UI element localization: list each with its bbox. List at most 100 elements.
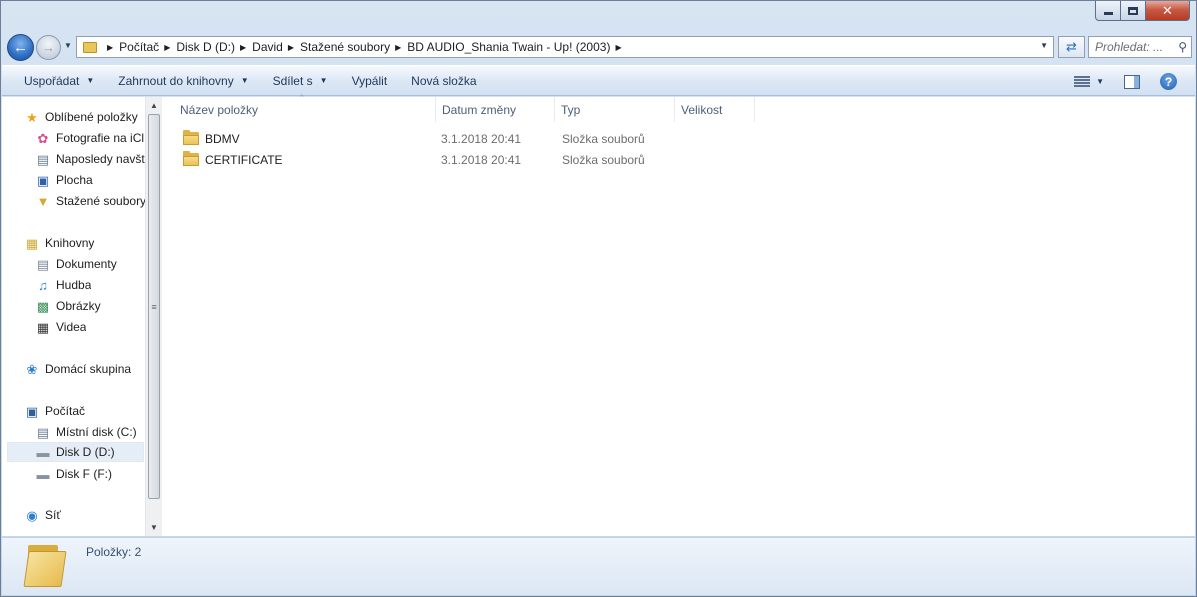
file-type: Složka souborů <box>562 152 645 167</box>
nav-item-label: Dokumenty <box>56 257 117 271</box>
chevron-down-icon: ▼ <box>319 76 328 85</box>
address-bar[interactable]: ▶ Počítač ▶ Disk D (D:) ▶ David ▶ Stažen… <box>76 36 1054 58</box>
nav-item-label: Hudba <box>56 278 92 292</box>
network-icon: ◉ <box>26 507 38 523</box>
close-button[interactable]: ✕ <box>1146 1 1190 21</box>
nav-homegroup-label: Domácí skupina <box>45 362 132 376</box>
burn-button[interactable]: Vypálit <box>340 69 400 93</box>
breadcrumb-computer[interactable]: Počítač <box>119 40 159 54</box>
chevron-right-icon[interactable]: ▶ <box>395 43 401 52</box>
column-header-date[interactable]: Datum změny <box>436 97 555 122</box>
desktop-icon: ▣ <box>36 172 50 188</box>
homegroup-icon: ❀ <box>26 361 38 377</box>
nav-item-recent-places[interactable]: ▤ Naposledy navšt <box>35 149 145 169</box>
file-name-cell: CERTIFICATE <box>183 149 283 170</box>
address-history-dropdown[interactable]: ▼ <box>1040 41 1048 50</box>
nav-item-disk-f[interactable]: ▬ Disk F (F:) <box>35 464 113 484</box>
nav-item-music[interactable]: ♫ Hudba <box>35 275 91 295</box>
minimize-icon <box>1103 12 1113 15</box>
nav-item-label: Disk D (D:) <box>56 445 115 459</box>
pictures-icon: ▩ <box>36 298 50 314</box>
recent-pages-dropdown[interactable]: ▼ <box>64 41 72 50</box>
file-name: CERTIFICATE <box>205 152 283 167</box>
nav-item-label: Naposledy navšt <box>56 152 145 166</box>
organize-label: Uspořádat <box>24 73 80 88</box>
navigation-pane: ★ Oblíbené položky ✿ Fotografie na iCl ▤… <box>2 97 162 536</box>
nav-network[interactable]: ◉ Síť <box>24 505 61 525</box>
nav-item-label: Stažené soubory <box>56 194 145 208</box>
file-list: ⌃ Název položky Datum změny Typ Velikost… <box>162 93 1195 536</box>
drive-icon: ▬ <box>36 444 50 460</box>
view-options-dropdown[interactable]: ▼ <box>1096 77 1104 86</box>
file-name-cell: BDMV <box>183 128 240 149</box>
breadcrumb-disk-d[interactable]: Disk D (D:) <box>176 40 235 54</box>
include-in-library-label: Zahrnout do knihovny <box>118 73 234 88</box>
search-placeholder: Prohledat: ... <box>1095 40 1164 54</box>
refresh-button[interactable]: ⇄ <box>1058 36 1085 58</box>
items-count: Položky: 2 <box>86 545 142 559</box>
nav-favorites-label: Oblíbené položky <box>45 110 138 124</box>
maximize-button[interactable] <box>1121 1 1146 21</box>
nav-item-local-disk-c[interactable]: ▤ Místní disk (C:) <box>35 422 137 442</box>
scroll-up-arrow-icon[interactable]: ▲ <box>146 97 162 114</box>
scroll-down-arrow-icon[interactable]: ▼ <box>146 519 162 536</box>
folder-icon <box>183 151 199 166</box>
nav-pane-scrollbar[interactable]: ▲ ≡ ▼ <box>145 97 162 536</box>
nav-homegroup[interactable]: ❀ Domácí skupina <box>24 359 132 379</box>
nav-item-icloud-photos[interactable]: ✿ Fotografie na iCl <box>35 128 145 148</box>
close-icon: ✕ <box>1162 2 1173 18</box>
new-folder-button[interactable]: Nová složka <box>399 69 488 93</box>
file-row[interactable]: CERTIFICATE 3.1.2018 20:41 Složka soubor… <box>162 149 762 170</box>
chevron-right-icon[interactable]: ▶ <box>615 43 621 52</box>
drive-icon: ▬ <box>36 466 50 482</box>
chevron-down-icon: ▼ <box>86 76 95 85</box>
include-in-library-button[interactable]: Zahrnout do knihovny ▼ <box>106 69 260 93</box>
nav-favorites[interactable]: ★ Oblíbené položky <box>24 107 138 127</box>
forward-button[interactable]: → <box>36 35 61 60</box>
folder-icon <box>23 545 67 587</box>
column-header-type[interactable]: Typ <box>555 97 675 122</box>
file-modified: 3.1.2018 20:41 <box>441 152 522 167</box>
maximize-icon <box>1128 6 1138 15</box>
help-icon[interactable]: ? <box>1160 73 1177 90</box>
breadcrumb-current-folder[interactable]: BD AUDIO_Shania Twain - Up! (2003) <box>407 40 610 54</box>
back-button[interactable]: ← <box>7 34 34 61</box>
chevron-right-icon[interactable]: ▶ <box>164 43 170 52</box>
nav-libraries[interactable]: ▦ Knihovny <box>24 233 95 253</box>
nav-item-label: Videa <box>56 320 87 334</box>
nav-computer-label: Počítač <box>45 404 86 418</box>
recent-places-icon: ▤ <box>36 151 50 167</box>
nav-item-desktop[interactable]: ▣ Plocha <box>35 170 93 190</box>
breadcrumb-downloads[interactable]: Stažené soubory <box>300 40 390 54</box>
chevron-right-icon[interactable]: ▶ <box>107 43 113 52</box>
preview-pane-icon[interactable] <box>1124 74 1140 89</box>
share-with-button[interactable]: Sdílet s ▼ <box>261 69 340 93</box>
search-input[interactable]: Prohledat: ... ⚲ <box>1088 36 1192 58</box>
scroll-thumb[interactable]: ≡ <box>148 114 160 499</box>
chevron-right-icon[interactable]: ▶ <box>240 43 246 52</box>
nav-item-downloads[interactable]: ▼ Stažené soubory <box>35 191 145 211</box>
downloads-folder-icon: ▼ <box>36 193 50 209</box>
breadcrumb-david[interactable]: David <box>252 40 283 54</box>
file-type: Složka souborů <box>562 131 645 146</box>
organize-button[interactable]: Uspořádat ▼ <box>12 69 106 93</box>
nav-computer[interactable]: ▣ Počítač <box>24 401 85 421</box>
nav-item-disk-d[interactable]: ▬ Disk D (D:) <box>7 442 144 462</box>
nav-item-pictures[interactable]: ▩ Obrázky <box>35 296 101 316</box>
nav-item-documents[interactable]: ▤ Dokumenty <box>35 254 117 274</box>
share-with-label: Sdílet s <box>272 73 313 88</box>
file-name: BDMV <box>205 131 240 146</box>
burn-label: Vypálit <box>351 73 388 88</box>
photos-icon: ✿ <box>37 130 49 146</box>
folder-icon <box>183 130 199 145</box>
column-header-name[interactable]: Název položky <box>174 97 436 122</box>
nav-item-videos[interactable]: ▦ Videa <box>35 317 87 337</box>
nav-item-label: Obrázky <box>56 299 101 313</box>
file-row[interactable]: BDMV 3.1.2018 20:41 Složka souborů <box>162 128 762 149</box>
view-options-icon[interactable] <box>1074 75 1091 88</box>
chevron-right-icon[interactable]: ▶ <box>288 43 294 52</box>
minimize-button[interactable] <box>1095 1 1121 21</box>
nav-item-label: Místní disk (C:) <box>56 425 137 439</box>
computer-icon: ▣ <box>25 403 39 419</box>
column-header-size[interactable]: Velikost <box>675 97 755 122</box>
